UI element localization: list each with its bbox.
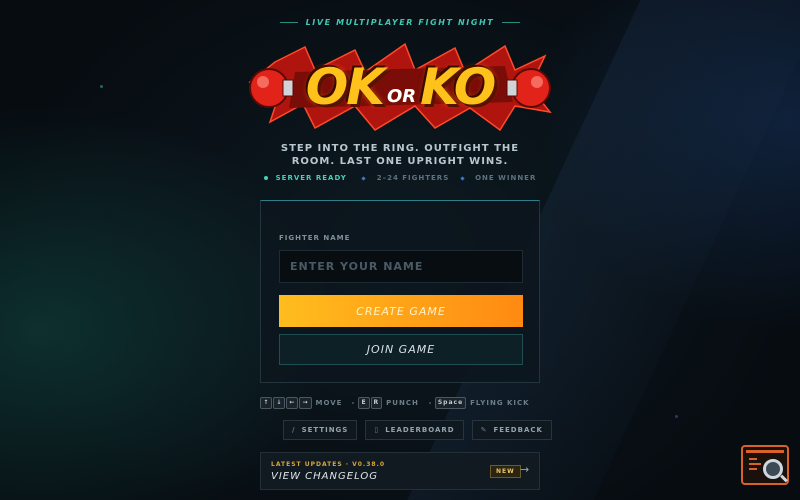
widget-title-bar bbox=[746, 450, 784, 453]
settings-icon: / bbox=[292, 426, 296, 434]
control-separator bbox=[428, 402, 431, 404]
server-ready-status: SERVER READY bbox=[263, 174, 351, 182]
fighter-name-label: FIGHTER NAME bbox=[279, 234, 351, 242]
server-status-row: SERVER READY 2–24 FIGHTERS ONE WINNER bbox=[0, 174, 800, 182]
leaderboard-icon: ▯ bbox=[374, 426, 380, 434]
background-particle bbox=[675, 415, 678, 418]
server-ready-label: SERVER READY bbox=[275, 174, 347, 182]
control-separator bbox=[352, 402, 355, 404]
flying-kick-label: FLYING KICK bbox=[470, 399, 530, 407]
top-tagline: LIVE MULTIPLAYER FIGHT NIGHT bbox=[0, 18, 800, 27]
background-particle bbox=[100, 85, 103, 88]
winner-info: ONE WINNER bbox=[475, 174, 537, 182]
tagline-rule-right bbox=[502, 22, 521, 23]
feedback-icon: ✎ bbox=[480, 426, 488, 434]
e-key: E bbox=[358, 397, 370, 409]
controls-hint-row: ↑ ↓ ← → MOVE E R PUNCH Space FLYING KICK bbox=[0, 397, 800, 409]
punch-label: PUNCH bbox=[386, 399, 419, 407]
leaderboard-button[interactable]: ▯ LEADERBOARD bbox=[365, 420, 464, 440]
logo-or-text: OR bbox=[387, 85, 417, 107]
arrow-down-key: ↓ bbox=[273, 397, 286, 409]
diamond-separator-icon bbox=[361, 175, 366, 181]
lobby-panel: FIGHTER NAME CREATE GAME JOIN GAME bbox=[260, 200, 540, 383]
changelog-version: LATEST UPDATES · V0.38.0 bbox=[271, 461, 385, 468]
settings-label: SETTINGS bbox=[301, 426, 349, 434]
join-game-button[interactable]: JOIN GAME bbox=[279, 334, 523, 365]
diamond-separator-icon bbox=[460, 175, 465, 181]
space-key: Space bbox=[434, 397, 467, 409]
logo-ko-text: KO bbox=[420, 58, 496, 116]
online-dot-icon bbox=[263, 176, 268, 180]
new-badge: NEW bbox=[490, 465, 521, 478]
hero-line-2: ROOM. LAST ONE UPRIGHT WINS. bbox=[291, 156, 509, 167]
feedback-button[interactable]: ✎ FEEDBACK bbox=[471, 420, 552, 440]
magnifier-handle bbox=[780, 474, 788, 483]
fighter-name-input[interactable] bbox=[279, 250, 523, 283]
secondary-menu: / SETTINGS ▯ LEADERBOARD ✎ FEEDBACK bbox=[283, 420, 552, 440]
game-logo: OK OR KO bbox=[245, 42, 555, 132]
widget-line bbox=[749, 463, 761, 465]
hero-subtitle: STEP INTO THE RING. OUTFIGHT THE ROOM. L… bbox=[0, 142, 800, 168]
widget-line bbox=[749, 458, 757, 460]
tagline-text: LIVE MULTIPLAYER FIGHT NIGHT bbox=[305, 18, 495, 27]
leaderboard-label: LEADERBOARD bbox=[385, 426, 455, 434]
r-key: R bbox=[370, 397, 383, 409]
hero-line-1: STEP INTO THE RING. OUTFIGHT THE bbox=[280, 143, 520, 154]
arrow-up-key: ↑ bbox=[260, 397, 273, 409]
arrow-left-key: ← bbox=[286, 397, 299, 409]
logo-ok-text: OK bbox=[305, 58, 385, 116]
arrow-right-key: → bbox=[299, 397, 312, 409]
logo-wordmark: OK OR KO bbox=[245, 42, 555, 132]
tagline-rule-left bbox=[279, 22, 298, 23]
create-game-button[interactable]: CREATE GAME bbox=[279, 295, 523, 327]
settings-button[interactable]: / SETTINGS bbox=[283, 420, 358, 440]
changelog-title: VIEW CHANGELOG bbox=[271, 471, 378, 482]
search-changelog-widget-icon[interactable] bbox=[741, 445, 789, 485]
move-label: MOVE bbox=[315, 399, 343, 407]
feedback-label: FEEDBACK bbox=[493, 426, 543, 434]
widget-line bbox=[749, 468, 757, 470]
arrow-right-icon: → bbox=[520, 463, 530, 476]
fighters-count: 2–24 FIGHTERS bbox=[376, 174, 450, 182]
changelog-card[interactable]: LATEST UPDATES · V0.38.0 VIEW CHANGELOG … bbox=[260, 452, 540, 490]
